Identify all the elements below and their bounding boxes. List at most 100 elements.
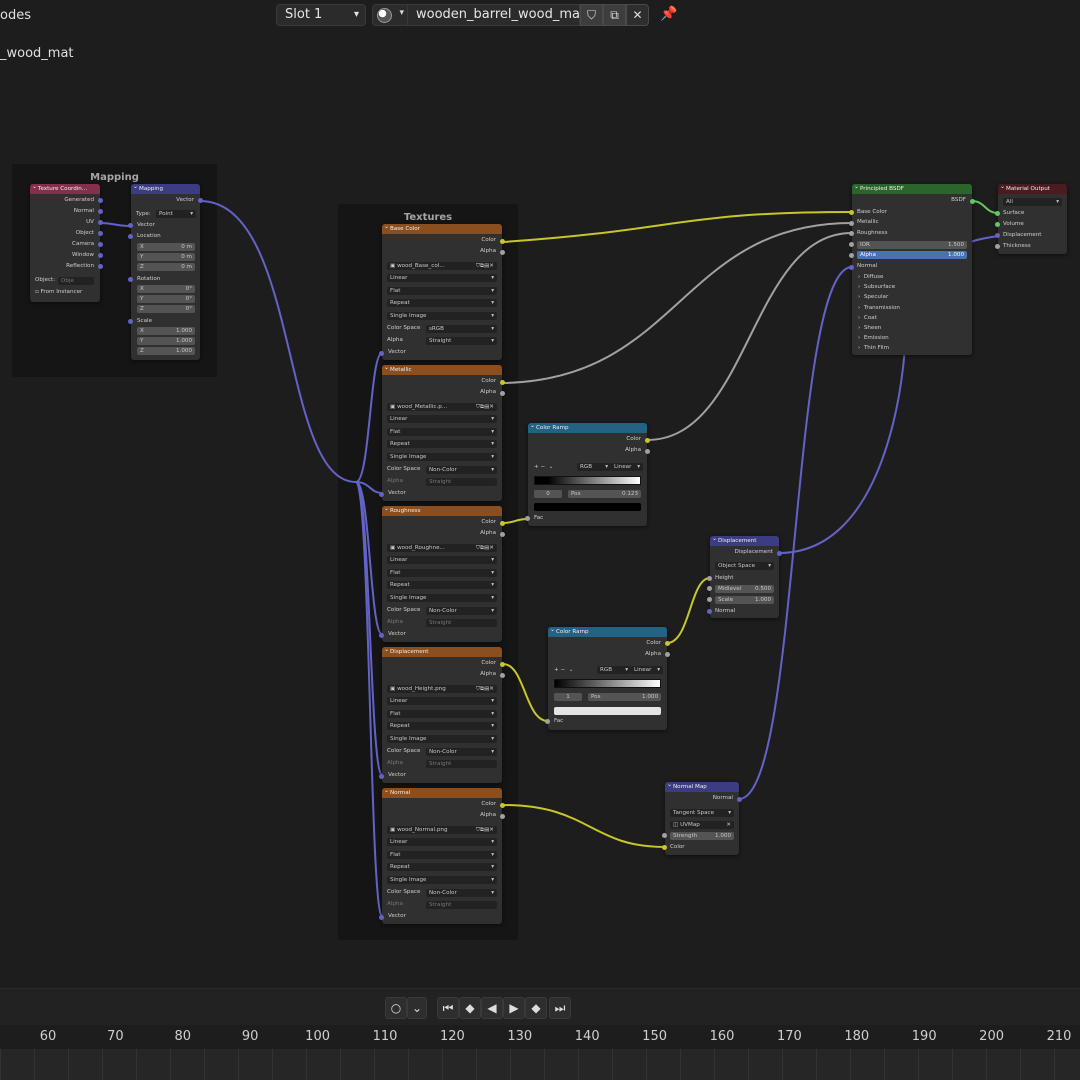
node-header[interactable]: Color Ramp <box>548 625 667 637</box>
principled-bsdf-node[interactable]: Principled BSDF BSDF Base Color Metallic… <box>849 182 975 355</box>
image-actions[interactable]: ⛉⧉▤✕ <box>476 544 494 552</box>
source-dropdown[interactable]: Single Image ▾ <box>387 312 497 320</box>
color-space-dropdown[interactable]: Non-Color ▾ <box>426 748 497 756</box>
scale-field[interactable]: Scale 1.000 <box>715 596 774 604</box>
fake-user-button[interactable]: ⛉ <box>580 4 603 26</box>
type-dropdown[interactable]: Point ▾ <box>156 210 196 218</box>
socket[interactable] <box>98 242 103 247</box>
texture-coordinate-node[interactable]: Texture Coordin... Generated Normal UV O… <box>30 182 103 302</box>
bsdf-panel-emission[interactable]: › Emission <box>858 334 889 343</box>
node-header[interactable]: Normal Map <box>665 780 739 792</box>
socket[interactable] <box>379 351 384 356</box>
interpolation-dropdown[interactable]: Linear ▾ <box>387 838 497 846</box>
socket[interactable] <box>777 551 782 556</box>
projection-dropdown[interactable]: Flat ▾ <box>387 710 497 718</box>
socket[interactable] <box>662 845 667 850</box>
image-actions[interactable]: ⛉⧉▤✕ <box>476 403 494 411</box>
socket[interactable] <box>849 242 854 247</box>
socket[interactable] <box>849 221 854 226</box>
uv-map-field[interactable]: ◫ UVMap ✕ <box>670 821 734 829</box>
image-selector[interactable]: ▣ wood_Metallic.p... ⛉⧉▤✕ <box>387 403 497 411</box>
space-dropdown[interactable]: Tangent Space ▾ <box>670 809 734 817</box>
extension-dropdown[interactable]: Repeat ▾ <box>387 722 497 730</box>
interpolation-dropdown[interactable]: Linear ▾ <box>387 415 497 423</box>
projection-dropdown[interactable]: Flat ▾ <box>387 428 497 436</box>
socket[interactable] <box>500 380 505 385</box>
socket[interactable] <box>995 233 1000 238</box>
socket[interactable] <box>995 222 1000 227</box>
socket[interactable] <box>98 264 103 269</box>
color-space-dropdown[interactable]: sRGB ▾ <box>426 325 497 333</box>
location-y-field[interactable]: Y 0 m <box>137 253 195 261</box>
socket[interactable] <box>500 803 505 808</box>
play-reverse-button[interactable]: ◀ <box>481 997 503 1019</box>
color-ramp-gradient[interactable] <box>554 679 661 688</box>
socket[interactable] <box>500 250 505 255</box>
node-header[interactable]: Base Color <box>382 222 502 234</box>
node-header[interactable]: Mapping <box>131 182 200 194</box>
color-mode-dropdown[interactable]: RGB ▾ <box>597 666 631 674</box>
node-header[interactable]: Normal <box>382 786 502 798</box>
projection-dropdown[interactable]: Flat ▾ <box>387 569 497 577</box>
bsdf-panel-diffuse[interactable]: › Diffuse <box>858 273 883 282</box>
interpolation-dropdown[interactable]: Linear ▾ <box>631 666 663 674</box>
slot-dropdown[interactable]: Slot 1 ▾ <box>276 4 366 26</box>
image-texture-node[interactable]: Metallic Color Alpha ▣ wood_Metallic.p..… <box>379 363 505 501</box>
socket[interactable] <box>128 223 133 228</box>
bsdf-panel-sheen[interactable]: › Sheen <box>858 324 881 333</box>
node-header[interactable]: Metallic <box>382 363 502 375</box>
socket[interactable] <box>665 652 670 657</box>
socket[interactable] <box>662 833 667 838</box>
socket[interactable] <box>995 244 1000 249</box>
prev-keyframe-button[interactable]: ◆ <box>459 997 481 1019</box>
target-dropdown[interactable]: All ▾ <box>1003 198 1062 206</box>
image-selector[interactable]: ▣ wood_Normal.png ⛉⧉▤✕ <box>387 826 497 834</box>
socket[interactable] <box>525 516 530 521</box>
image-texture-node[interactable]: Base Color Color Alpha ▣ wood_Base_col..… <box>379 222 505 360</box>
node-header[interactable]: Principled BSDF <box>852 182 972 194</box>
normal-map-node[interactable]: Normal Map Normal Tangent Space ▾ ◫ UVMap… <box>662 780 742 855</box>
socket[interactable] <box>737 797 742 802</box>
object-field[interactable]: Obje <box>58 277 94 285</box>
extension-dropdown[interactable]: Repeat ▾ <box>387 299 497 307</box>
socket[interactable] <box>500 391 505 396</box>
chevron-down-icon[interactable]: ⌄ <box>569 667 574 673</box>
image-texture-node[interactable]: Normal Color Alpha ▣ wood_Normal.png ⛉⧉▤✕… <box>379 786 505 924</box>
alpha-mode-dropdown[interactable]: Straight <box>426 619 497 627</box>
displacement-node[interactable]: Displacement Displacement Object Space▾ … <box>707 534 782 618</box>
node-header[interactable]: Displacement <box>710 534 779 546</box>
editor-title[interactable]: odes <box>0 8 31 23</box>
interpolation-dropdown[interactable]: Linear ▾ <box>387 697 497 705</box>
bsdf-panel-transmission[interactable]: › Transmission <box>858 304 900 313</box>
bsdf-panel-specular[interactable]: › Specular <box>858 293 888 302</box>
color-ramp-node-2[interactable]: Color Ramp Color Alpha + − ⌄ RGB ▾ Linear… <box>545 625 670 730</box>
interpolation-dropdown[interactable]: Linear ▾ <box>387 556 497 564</box>
image-selector[interactable]: ▣ wood_Height.png ⛉⧉▤✕ <box>387 685 497 693</box>
color-space-dropdown[interactable]: Non-Color ▾ <box>426 466 497 474</box>
keying-options-button[interactable]: ⌄ <box>407 997 427 1019</box>
socket[interactable] <box>707 576 712 581</box>
image-selector[interactable]: ▣ wood_Roughne... ⛉⧉▤✕ <box>387 544 497 552</box>
close-icon[interactable]: ✕ <box>726 821 731 829</box>
extension-dropdown[interactable]: Repeat ▾ <box>387 440 497 448</box>
socket[interactable] <box>500 521 505 526</box>
socket[interactable] <box>645 449 650 454</box>
socket[interactable] <box>128 277 133 282</box>
bsdf-panel-thin-film[interactable]: › Thin Film <box>858 344 889 353</box>
strength-field[interactable]: Strength 1.000 <box>670 832 734 840</box>
socket[interactable] <box>128 234 133 239</box>
socket[interactable] <box>849 253 854 258</box>
alpha-mode-dropdown[interactable]: Straight <box>426 478 497 486</box>
remove-stop-icon[interactable]: − <box>560 667 565 673</box>
socket[interactable] <box>128 319 133 324</box>
socket[interactable] <box>849 210 854 215</box>
color-mode-dropdown[interactable]: RGB ▾ <box>577 463 611 471</box>
browse-material-button[interactable]: ▾ <box>372 4 408 26</box>
projection-dropdown[interactable]: Flat ▾ <box>387 851 497 859</box>
socket[interactable] <box>98 220 103 225</box>
pin-icon[interactable]: 📌 <box>660 6 677 22</box>
projection-dropdown[interactable]: Flat ▾ <box>387 287 497 295</box>
image-selector[interactable]: ▣ wood_Base_col... ⛉⧉▤✕ <box>387 262 497 270</box>
chevron-down-icon[interactable]: ⌄ <box>549 464 554 470</box>
alpha-mode-dropdown[interactable]: Straight <box>426 901 497 909</box>
